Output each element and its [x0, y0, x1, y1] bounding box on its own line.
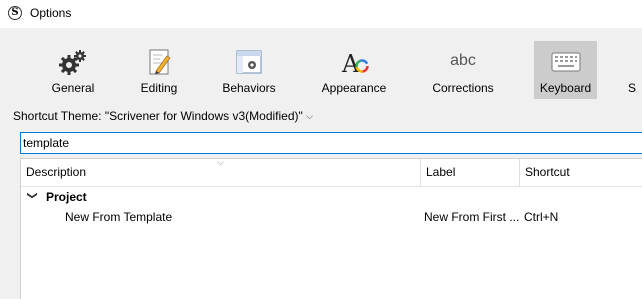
- column-header-shortcut[interactable]: Shortcut: [519, 159, 642, 186]
- tab-keyboard-label: Keyboard: [539, 81, 592, 95]
- behaviors-icon: [216, 47, 282, 77]
- tab-appearance[interactable]: A Appearance: [316, 41, 392, 99]
- tab-keyboard[interactable]: Keyboard: [534, 41, 597, 99]
- scrivener-app-icon: S: [8, 6, 22, 20]
- chevron-down-icon[interactable]: ❯: [27, 191, 38, 199]
- options-toolbar: General Editing Behaviors A Appearance a…: [0, 29, 642, 103]
- tab-editing-label: Editing: [140, 81, 178, 95]
- shortcut-theme-value[interactable]: "Scrivener for Windows v3(Modified)": [105, 109, 303, 123]
- gear-icon: [42, 47, 104, 77]
- group-label: Project: [46, 190, 87, 204]
- tab-partial-label: S: [628, 81, 637, 95]
- cell-shortcut: Ctrl+N: [524, 210, 559, 224]
- search-input[interactable]: [23, 136, 623, 150]
- column-header-description[interactable]: Description: [21, 159, 420, 186]
- cell-label: New From First ...: [424, 210, 520, 224]
- cell-description: New From Template: [65, 210, 173, 224]
- abc-icon-text: abc: [450, 52, 476, 69]
- tab-corrections-label: Corrections: [432, 81, 494, 95]
- tab-general-label: General: [51, 81, 95, 95]
- shortcut-theme-row[interactable]: Shortcut Theme: "Scrivener for Windows v…: [13, 109, 313, 123]
- chevron-down-icon[interactable]: ⌵: [306, 111, 313, 121]
- search-field[interactable]: [20, 132, 642, 154]
- group-row-project[interactable]: ❯ Project: [21, 187, 642, 207]
- appearance-icon: A: [316, 47, 392, 77]
- title-bar: S Options: [0, 0, 642, 28]
- tab-appearance-label: Appearance: [321, 81, 387, 95]
- table-row[interactable]: New From Template New From First ... Ctr…: [21, 207, 642, 227]
- shortcuts-table: ⌵ Description Label Shortcut ❯ Project N…: [20, 157, 642, 299]
- shortcut-theme-label: Shortcut Theme:: [13, 109, 102, 123]
- column-header-label[interactable]: Label: [420, 159, 520, 186]
- tab-corrections[interactable]: abc Corrections: [428, 41, 498, 99]
- window-title: Options: [30, 6, 72, 20]
- editing-icon: [130, 47, 188, 77]
- abc-icon: abc: [428, 47, 498, 77]
- tab-behaviors-label: Behaviors: [222, 81, 276, 95]
- tab-behaviors[interactable]: Behaviors: [216, 41, 282, 99]
- tab-partial[interactable]: S: [628, 41, 642, 99]
- keyboard-icon: [534, 47, 597, 77]
- tab-editing[interactable]: Editing: [130, 41, 188, 99]
- tab-general[interactable]: General: [42, 41, 104, 99]
